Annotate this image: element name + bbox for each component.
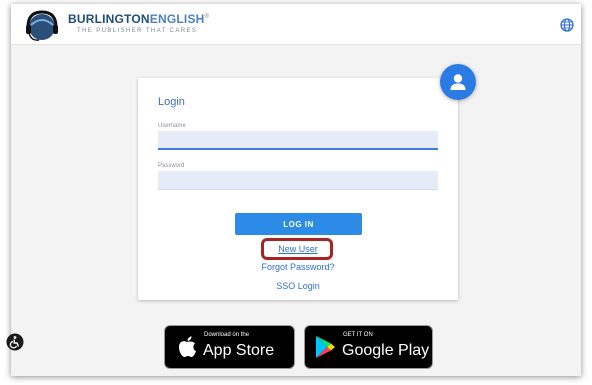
google-play-big-text: Google Play [342, 342, 430, 359]
google-play-badge[interactable]: GET IT ON Google Play [304, 325, 433, 369]
globe-icon[interactable] [560, 18, 574, 32]
top-header: BURLINGTONENGLISH® THE PUBLISHER THAT CA… [11, 4, 581, 45]
accessibility-icon[interactable] [6, 333, 24, 351]
sso-login-link[interactable]: SSO Login [138, 281, 458, 291]
login-button[interactable]: LOG IN [235, 213, 362, 235]
apple-icon [179, 336, 196, 357]
app-store-badge[interactable]: Download on the App Store [164, 325, 295, 369]
brand-part2: ENGLISH [149, 12, 205, 26]
brand-tagline: THE PUBLISHER THAT CARES [77, 28, 198, 34]
login-card: Login Username Password LOG IN New User … [138, 78, 458, 300]
password-input[interactable] [158, 171, 438, 190]
headset-globe-logo [26, 10, 58, 41]
user-icon [450, 74, 466, 90]
user-avatar [440, 64, 476, 100]
google-play-icon [316, 336, 335, 358]
login-title: Login [158, 96, 185, 108]
new-user-link[interactable]: New User [138, 244, 458, 254]
brand-part1: BURLINGTON [68, 12, 150, 26]
brand-mark: ® [204, 14, 210, 20]
username-input[interactable] [158, 131, 438, 150]
password-label: Password [158, 163, 185, 169]
forgot-password-link[interactable]: Forgot Password? [138, 262, 458, 272]
app-store-small-text: Download on the [204, 332, 250, 338]
app-window: BURLINGTONENGLISH® THE PUBLISHER THAT CA… [11, 4, 581, 376]
app-store-big-text: App Store [203, 342, 275, 359]
brand-name: BURLINGTONENGLISH® [68, 12, 209, 26]
username-label: Username [158, 123, 186, 129]
google-play-small-text: GET IT ON [343, 332, 373, 338]
